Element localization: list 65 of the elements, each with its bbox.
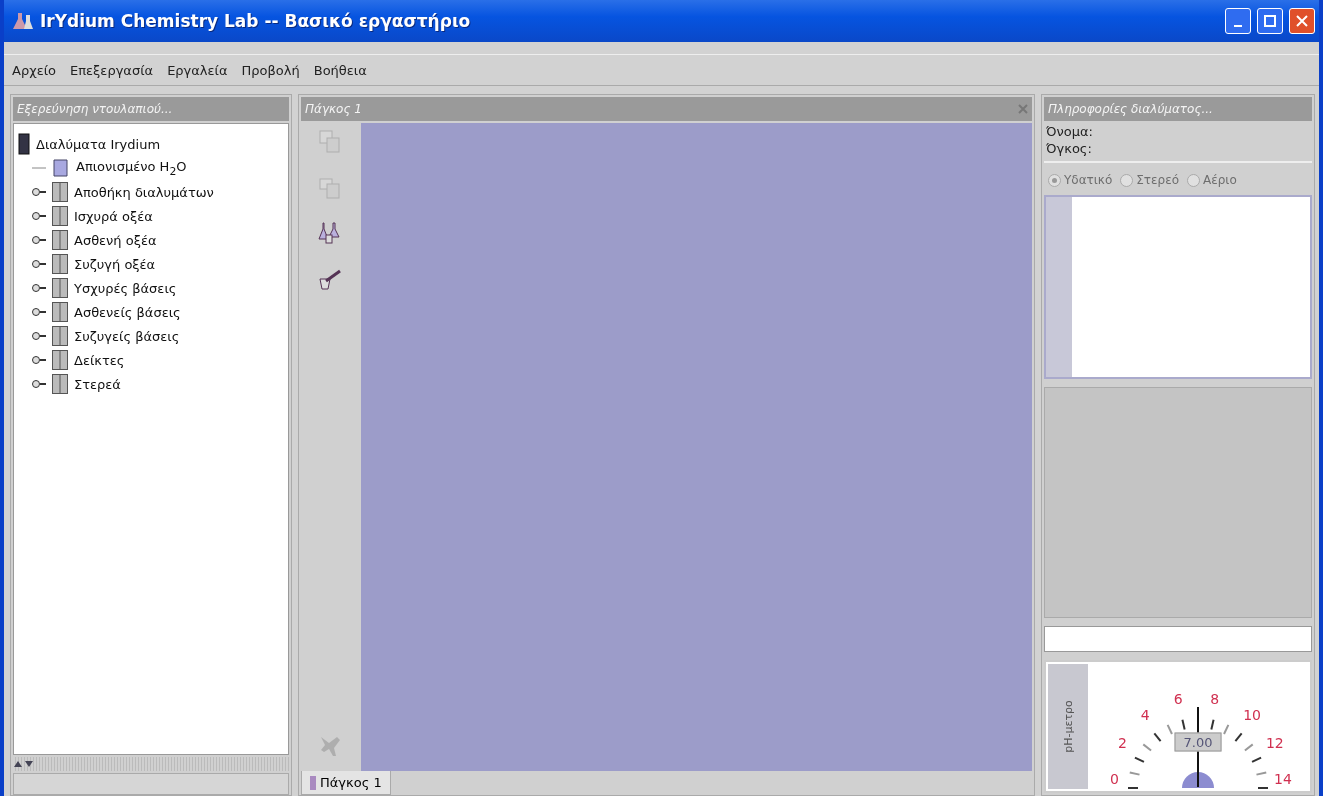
scale-label: 12 xyxy=(1265,735,1284,752)
minimize-button[interactable] xyxy=(1225,8,1251,34)
tree-item[interactable]: Αποθήκη διαλυμάτων xyxy=(74,184,214,200)
tree-item[interactable]: Συζυγείς βάσεις xyxy=(74,328,180,344)
tree-item[interactable]: Ασθενείς βάσεις xyxy=(74,304,181,320)
panel-header: Εξερεύνηση ντουλαπιού... xyxy=(13,97,289,121)
minimize-icon xyxy=(1234,25,1242,27)
expand-handle-icon[interactable] xyxy=(32,307,46,317)
menu-item[interactable]: Αρχείο xyxy=(12,62,57,78)
scale-label: 2 xyxy=(1118,735,1128,752)
tree-item[interactable]: Ισχυρά οξέα xyxy=(74,208,153,224)
expand-handle-icon[interactable] xyxy=(32,235,46,245)
scale-label: 6 xyxy=(1173,691,1183,708)
tree-item[interactable]: Ασθενή οξέα xyxy=(74,232,157,248)
tree-item[interactable]: Στερεά xyxy=(74,376,121,392)
meter-title: pH-μετρο xyxy=(1061,700,1075,753)
cabinet-icon xyxy=(52,254,68,274)
bench-icon xyxy=(310,775,316,790)
flasks-icon[interactable] xyxy=(318,221,342,247)
flask-icon xyxy=(12,11,34,31)
expand-handle-icon[interactable] xyxy=(32,379,46,389)
cabinet-icon xyxy=(52,374,68,394)
menu-item[interactable]: Επεξεργασία xyxy=(70,62,154,78)
jar-icon xyxy=(18,133,30,155)
expand-handle-icon[interactable] xyxy=(32,355,46,365)
tools-icon[interactable] xyxy=(318,267,342,293)
scale-label: 0 xyxy=(1110,771,1119,787)
panel-header: Πληροφορίες διαλύματος... xyxy=(1044,97,1312,121)
bench-tab[interactable]: Πάγκος 1 xyxy=(301,771,391,795)
tree-item[interactable]: Διαλύματα Irydium xyxy=(36,136,161,152)
expand-handle-icon[interactable] xyxy=(32,259,46,269)
close-button[interactable] xyxy=(1289,8,1315,34)
field-label: Όνομα: xyxy=(1045,123,1094,140)
window-title: IrYdium Chemistry Lab -- Βασικό εργαστήριο xyxy=(40,11,472,31)
scale-label: 4 xyxy=(1140,706,1150,723)
cabinet-icon xyxy=(52,326,68,346)
arrows-icon[interactable] xyxy=(13,760,35,768)
tree-item[interactable]: Συζυγή οξέα xyxy=(74,256,156,272)
field-label: Όγκος: xyxy=(1045,140,1093,157)
close-icon xyxy=(1296,15,1308,27)
expand-handle-icon[interactable] xyxy=(32,211,46,221)
ph-reading: 7.00 xyxy=(1174,732,1222,751)
beaker-icon xyxy=(52,158,70,178)
scale-label: 8 xyxy=(1210,691,1220,708)
menu-item[interactable]: Εργαλεία xyxy=(167,62,228,78)
scale-label: 10 xyxy=(1243,706,1261,723)
menu-item[interactable]: Βοήθεια xyxy=(313,62,367,78)
cabinet-icon xyxy=(52,350,68,370)
scale-label: 14 xyxy=(1274,771,1292,787)
cabinet-icon xyxy=(52,230,68,250)
maximize-icon xyxy=(1264,15,1276,27)
expand-handle-icon[interactable] xyxy=(32,283,46,293)
cabinet-icon xyxy=(52,182,68,202)
tree-item[interactable]: Υσχυρές βάσεις xyxy=(74,280,177,296)
menu-item[interactable]: Προβολή xyxy=(241,62,300,78)
cabinet-icon xyxy=(52,278,68,298)
panel-title: Πάγκος 1 xyxy=(305,102,362,116)
expand-handle-icon[interactable] xyxy=(32,187,46,197)
cabinet-icon xyxy=(52,206,68,226)
input-field[interactable] xyxy=(1044,626,1312,652)
maximize-button[interactable] xyxy=(1257,8,1283,34)
tree-item[interactable]: Απιονισμένο H$_{2}$O xyxy=(76,158,187,178)
cabinet-icon xyxy=(52,302,68,322)
tree-item[interactable]: Δείκτες xyxy=(74,352,125,368)
expand-handle-icon[interactable] xyxy=(32,331,46,341)
